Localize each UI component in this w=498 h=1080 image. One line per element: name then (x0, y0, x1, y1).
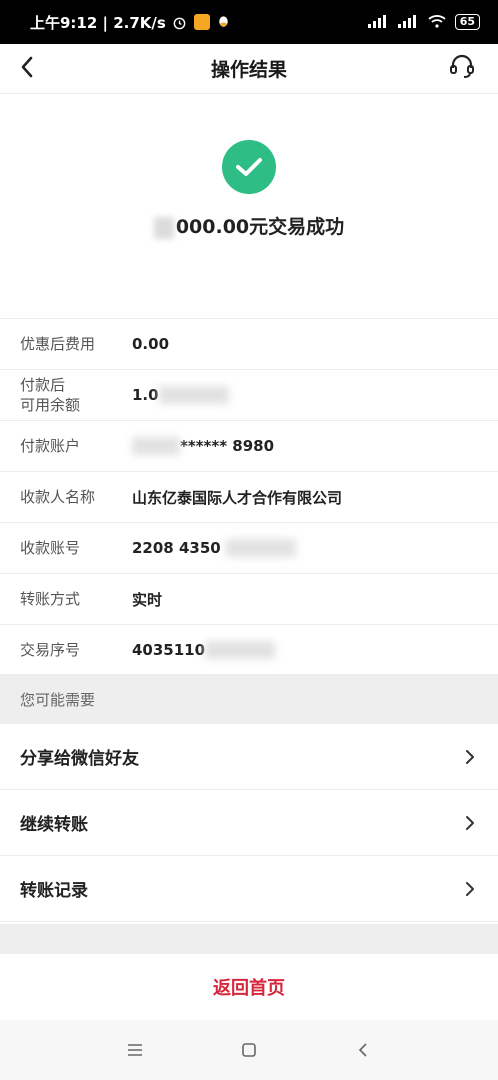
home-square-icon[interactable] (237, 1038, 261, 1062)
battery-level: 65 (454, 14, 480, 30)
detail-row-fee: 优惠后费用 0.00 (0, 318, 498, 369)
result-amount-text: 000.00元交易成功 (175, 216, 345, 238)
detail-value: 2208 4350 (132, 539, 498, 558)
detail-value: ****** 8980 (132, 437, 498, 456)
notification-app-icon (193, 14, 210, 30)
menu-item-label: 分享给微信好友 (20, 749, 139, 769)
menu-item-continue-transfer[interactable]: 继续转账 (0, 790, 498, 856)
chevron-right-icon (462, 815, 478, 831)
alarm-icon (172, 14, 188, 30)
back-triangle-icon[interactable] (351, 1038, 375, 1062)
detail-row-payee-name: 收款人名称 山东亿泰国际人才合作有限公司 (0, 471, 498, 522)
detail-label: 付款账户 (20, 437, 81, 455)
detail-value: 4035110 (132, 641, 498, 660)
detail-row-transfer-mode: 转账方式 实时 (0, 573, 498, 624)
suggestion-menu: 分享给微信好友 继续转账 转账记录 (0, 724, 498, 922)
detail-value: 实时 (132, 590, 163, 609)
chevron-right-icon (462, 881, 478, 897)
result-panel: 000.00元交易成功 (0, 94, 498, 318)
wifi-icon (427, 14, 447, 31)
redacted-mask (153, 216, 174, 239)
menu-item-transfer-records[interactable]: 转账记录 (0, 856, 498, 922)
redacted-mask (132, 437, 180, 456)
result-message: 000.00元交易成功 (0, 212, 498, 239)
menu-icon[interactable] (123, 1038, 147, 1062)
transaction-details: 优惠后费用 0.00 付款后 可用余额 1.0 付款账户 ****** 8980… (0, 318, 498, 675)
status-bar: 上午9:12 | 2.7K/s 65 (0, 0, 498, 44)
detail-row-serial-number: 交易序号 4035110 (0, 624, 498, 675)
back-button[interactable] (12, 54, 42, 84)
menu-item-label: 转账记录 (20, 881, 88, 901)
section-title: 您可能需要 (0, 674, 498, 724)
redacted-mask (205, 641, 276, 660)
detail-label: 付款后 可用余额 (20, 376, 81, 414)
return-home-button[interactable]: 返回首页 (0, 954, 498, 1020)
chevron-left-icon (20, 56, 34, 82)
page-title: 操作结果 (210, 59, 287, 81)
headset-icon (448, 52, 476, 84)
check-circle-icon (222, 140, 276, 194)
detail-value: 0.00 (132, 335, 170, 353)
detail-row-payee-account: 收款账号 2208 4350 (0, 522, 498, 573)
nav-header: 操作结果 (0, 44, 498, 94)
redacted-mask (225, 539, 296, 558)
menu-item-label: 继续转账 (20, 815, 88, 835)
signal-icon-2 (397, 14, 419, 31)
chevron-right-icon (462, 749, 478, 765)
detail-label: 转账方式 (20, 590, 81, 608)
detail-value: 1.0 (132, 386, 498, 405)
status-time: 上午9:12 | 2.7K/s (30, 13, 166, 32)
detail-label: 交易序号 (20, 641, 81, 659)
detail-label: 优惠后费用 (20, 335, 96, 353)
detail-row-balance: 付款后 可用余额 1.0 (0, 369, 498, 420)
menu-item-share-wechat[interactable]: 分享给微信好友 (0, 724, 498, 790)
detail-label: 收款账号 (20, 539, 81, 557)
detail-row-payer-account: 付款账户 ****** 8980 (0, 420, 498, 471)
redacted-mask (158, 386, 229, 405)
detail-value: 山东亿泰国际人才合作有限公司 (132, 488, 343, 507)
system-nav-bar (0, 1020, 498, 1080)
detail-label: 收款人名称 (20, 488, 96, 506)
divider-gap (0, 924, 498, 954)
customer-service-button[interactable] (446, 52, 478, 84)
qq-icon (216, 14, 232, 30)
signal-icon (367, 14, 389, 31)
